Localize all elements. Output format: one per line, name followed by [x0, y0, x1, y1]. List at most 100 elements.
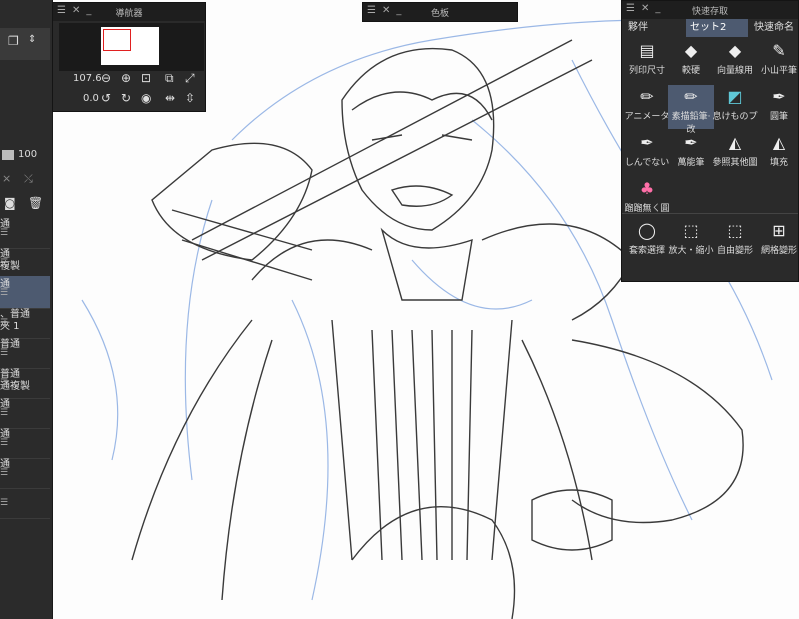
tool-label: しんでない [624, 158, 670, 168]
tool-fill-reference[interactable]: ◭ 參照其他圖 [712, 131, 758, 175]
tool-animator-pencil[interactable]: ✏ アニメータ [624, 85, 670, 129]
menu-icon[interactable]: ☰ [0, 497, 42, 509]
navigator-panel: ☰✕_ 導航器 107.6 ⊖ ⊕ ⊡ ⧉ ⤢ 0.0 ↺ ↻ ◉ ⇹ ⇳ [52, 2, 206, 112]
zoom-value: 107.6 [73, 73, 102, 84]
tool-fill[interactable]: ◭ 填充 [756, 131, 799, 175]
opacity-value: 100 [18, 149, 38, 160]
menu-icon[interactable]: ☰ [0, 347, 42, 359]
tab-partner[interactable]: 夥伴 [624, 19, 652, 37]
menu-icon[interactable]: ☰ [0, 257, 42, 269]
tool-decoration[interactable]: ♣ 蹓蹓無ㄑ圓 [624, 177, 670, 221]
layers-icon[interactable]: ❐ [8, 34, 19, 48]
fit-icon[interactable]: ⊡ [141, 71, 151, 85]
menu-icon[interactable]: ☰ [0, 377, 42, 389]
menu-icon[interactable]: ☰ [0, 467, 42, 479]
tool-scale[interactable]: ⬚ 放大・縮小 [668, 219, 714, 263]
rotation-value: 0.0 [83, 93, 99, 104]
zoom-row: 107.6 ⊖ ⊕ ⊡ ⧉ ⤢ [53, 71, 207, 91]
tool-label: 圓筆 [769, 112, 788, 122]
quick-access-panel: ☰✕_ 快速存取 夥伴 セット2 快速命名 ▤ 列印尺寸 ◆ 較硬 ◆ 向量線用 ✎ 小… [621, 0, 799, 282]
layer-actions: ◙ 🗑 [0, 196, 50, 212]
navigator-titlebar[interactable]: ☰✕_ 導航器 [53, 3, 205, 21]
layer-row[interactable]: 普通 通複製 ☰ [0, 366, 50, 399]
quick-access-titlebar[interactable]: ☰✕_ 快速存取 [622, 1, 798, 19]
quick-access-tabs: 夥伴 セット2 快速命名 [622, 19, 798, 37]
lasso-icon: ◯ [638, 221, 656, 240]
tool-round-pen[interactable]: ✒ 圓筆 [756, 85, 799, 129]
navigator-title: 導航器 [115, 9, 143, 19]
flip-horizontal-icon[interactable]: ⇹ [165, 91, 175, 105]
tool-flat-brush[interactable]: ✎ 小山平筆 [756, 39, 799, 83]
rotate-left-icon[interactable]: ↺ [101, 91, 111, 105]
mesh-transform-icon: ⊞ [772, 221, 786, 240]
view-frame[interactable] [103, 29, 131, 51]
rotate-right-icon[interactable]: ↻ [121, 91, 131, 105]
tool-label: 填充 [769, 158, 788, 168]
layer-row[interactable]: 通 ☰ [0, 456, 50, 489]
layer-row[interactable]: 通 複製 ☰ [0, 246, 50, 279]
quick-access-title: 快速存取 [691, 7, 728, 17]
reset-rotation-icon[interactable]: ◉ [141, 91, 151, 105]
tool-lasso[interactable]: ◯ 套索選擇 [624, 219, 670, 263]
fill-reference-icon: ◭ [728, 133, 742, 152]
eraser-icon: ◆ [684, 41, 698, 60]
tool-label: 小山平筆 [760, 66, 797, 76]
record-icon[interactable]: ◙ [4, 196, 16, 210]
cake-icon: ♣ [639, 179, 655, 198]
rotate-row: 0.0 ↺ ↻ ◉ ⇹ ⇳ [53, 91, 207, 111]
layer-row[interactable]: 通 ☰ [0, 216, 50, 249]
layer-row[interactable]: ☰ [0, 486, 50, 519]
tool-label: 網格變形 [760, 246, 797, 256]
tool-hard-eraser[interactable]: ◆ 較硬 [668, 39, 714, 83]
pen-icon: ✒ [640, 133, 654, 152]
fit-window-icon[interactable]: ⤢ [185, 71, 195, 86]
layer-panel: ❐ ⇕ 100 ⨯ ⤯ ◙ 🗑 通 ☰ 通 複製 ☰ 通 ☰ 、普通 夾 1 ☰ 普通 ☰… [0, 0, 53, 619]
opacity-row[interactable]: 100 [0, 148, 50, 164]
tab-set2[interactable]: セット2 [686, 19, 748, 37]
tool-print-size[interactable]: ▤ 列印尺寸 [624, 39, 670, 83]
color-panel-title: 色板 [430, 9, 449, 19]
layer-row[interactable]: 通 ☰ [0, 396, 50, 429]
menu-icon[interactable]: ☰ [0, 227, 42, 239]
zoom-out-icon[interactable]: ⊖ [101, 71, 111, 85]
universal-pen-icon: ✒ [684, 133, 698, 152]
sketch-pencil-icon: ✏ [684, 87, 698, 106]
pencil-icon: ✏ [640, 87, 654, 106]
layer-row[interactable]: 、普通 夾 1 ☰ [0, 306, 50, 339]
chevron-updown-icon[interactable]: ⇕ [28, 34, 36, 45]
tool-free-transform[interactable]: ⬚ 自由變形 [712, 219, 758, 263]
tool-label: 放大・縮小 [668, 246, 714, 256]
scale-icon: ⬚ [683, 221, 699, 240]
zoom-in-icon[interactable]: ⊕ [121, 71, 131, 85]
tool-universal-pen[interactable]: ✒ 萬能筆 [668, 131, 714, 175]
flip-vertical-icon[interactable]: ⇳ [185, 91, 195, 105]
print-icon: ▤ [639, 41, 655, 60]
menu-icon[interactable]: ☰ [0, 437, 42, 449]
tool-label: 息けものプ [712, 112, 758, 122]
menu-icon[interactable]: ☰ [0, 407, 42, 419]
color-titlebar[interactable]: ☰✕_ 色板 [363, 3, 517, 21]
layer-row-selected[interactable]: 通 ☰ [0, 276, 50, 309]
tool-sketch-pencil[interactable]: ✏ 素描鉛筆·改 [668, 85, 714, 135]
clip-icon[interactable]: ⤯ [24, 172, 33, 186]
tool-vector-eraser[interactable]: ◆ 向量線用 [712, 39, 758, 83]
menu-icon[interactable]: ☰ [0, 287, 42, 299]
custom-brush-icon: ◩ [727, 87, 743, 106]
tool-label: 自由變形 [716, 246, 753, 256]
tool-label: 萬能筆 [677, 158, 705, 168]
tool-custom-brush[interactable]: ◩ 息けものプ [712, 85, 758, 129]
layer-row[interactable]: 普通 ☰ [0, 336, 50, 369]
tab-quick-name[interactable]: 快速命名 [750, 19, 798, 37]
tool-label: 列印尺寸 [628, 66, 665, 76]
vector-eraser-icon: ◆ [728, 41, 742, 60]
actual-size-icon[interactable]: ⧉ [165, 71, 174, 86]
tool-label: 套索選擇 [628, 246, 665, 256]
menu-icon[interactable]: ☰ [0, 317, 42, 329]
layer-row[interactable]: 通 ☰ [0, 426, 50, 459]
tool-mesh-transform[interactable]: ⊞ 網格變形 [756, 219, 799, 263]
mask-icon[interactable]: ⨯ [2, 172, 11, 185]
navigator-preview[interactable] [59, 23, 204, 71]
tool-label: 較硬 [681, 66, 700, 76]
tool-pen[interactable]: ✒ しんでない [624, 131, 670, 175]
trash-icon[interactable]: 🗑 [28, 196, 43, 210]
